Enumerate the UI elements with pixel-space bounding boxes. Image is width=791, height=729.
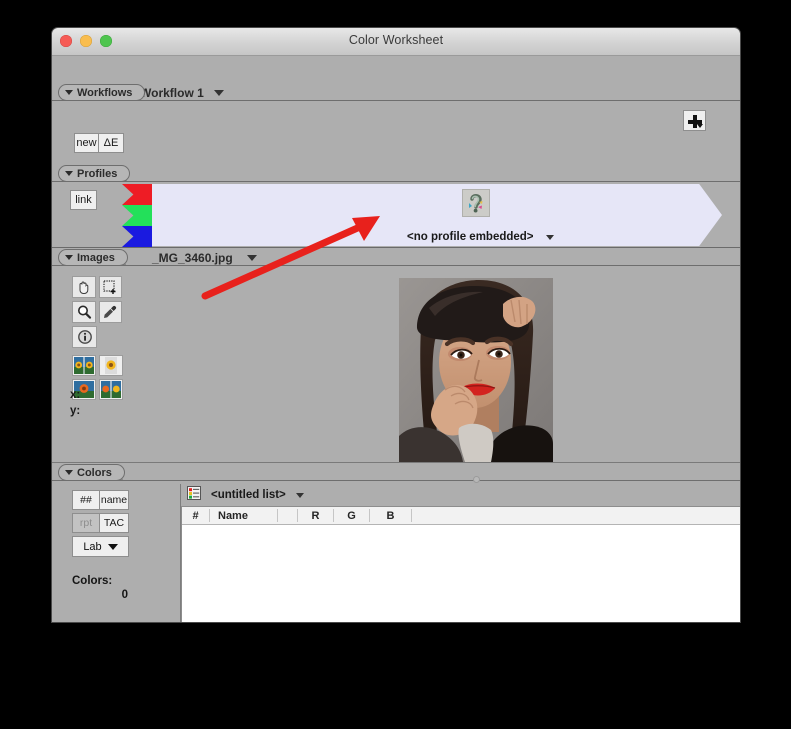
column-header-g[interactable]: G [334, 509, 370, 522]
image-preview[interactable] [399, 278, 553, 462]
chevron-down-icon [295, 492, 304, 498]
colors-button-group: ## name rpt TAC Lab [72, 490, 129, 557]
panel-resize-handle[interactable] [473, 476, 480, 483]
color-list-name: <untitled list> [211, 489, 286, 501]
images-tab-label: Images [77, 251, 115, 264]
profiles-panel: Profiles link [52, 165, 740, 248]
view-split[interactable] [99, 379, 123, 400]
tool-row-3 [72, 326, 122, 351]
report-button[interactable]: rpt [72, 513, 100, 533]
tool-row-2 [72, 301, 122, 326]
colors-button-row-1: ## name [72, 490, 129, 510]
chevron-down-icon [107, 543, 118, 550]
colors-count: Colors: 0 [72, 574, 128, 602]
view-single[interactable] [99, 355, 123, 376]
workflows-tab-label: Workflows [77, 86, 133, 99]
column-header-b[interactable]: B [370, 509, 412, 522]
tool-row-1 [72, 276, 122, 301]
green-channel-flag-icon [122, 205, 152, 226]
workflow-selector[interactable]: Workflow 1 [140, 84, 224, 101]
images-disclosure-tab[interactable]: Images [58, 249, 128, 266]
rgb-channel-flags [122, 184, 152, 247]
chevron-down-icon [213, 89, 224, 96]
zoom-tool[interactable] [72, 301, 96, 323]
number-column-button[interactable]: ## [72, 490, 100, 510]
colorspace-label: Lab [83, 540, 102, 553]
workflows-disclosure-tab[interactable]: Workflows [58, 84, 146, 101]
column-header-r[interactable]: R [298, 509, 334, 522]
colors-tab-label: Colors [77, 466, 112, 479]
profiles-disclosure-tab[interactable]: Profiles [58, 165, 131, 182]
delta-e-button[interactable]: ΔE [99, 133, 124, 153]
hand-tool[interactable] [72, 276, 96, 298]
colors-table-header: # Name R G B [182, 507, 740, 525]
coord-y-label: y: [70, 405, 81, 417]
window-title: Color Worksheet [348, 33, 444, 47]
chevron-down-icon [65, 90, 73, 95]
chevron-down-icon [246, 254, 257, 261]
tac-button[interactable]: TAC [100, 513, 129, 533]
color-list-icon [187, 485, 201, 505]
eyedropper-tool[interactable] [98, 301, 122, 323]
colors-count-value: 0 [121, 589, 128, 601]
colors-count-label: Colors: [72, 575, 113, 587]
red-channel-flag-icon [122, 184, 152, 205]
view-side-by-side[interactable] [72, 355, 96, 376]
workflows-panel: Workflows Workflow 1 new ΔE [52, 84, 740, 164]
plus-icon-bar [688, 119, 702, 124]
name-column-button[interactable]: name [100, 490, 129, 510]
column-header-blank-1[interactable] [278, 509, 298, 522]
colors-disclosure-tab[interactable]: Colors [58, 464, 125, 481]
images-colors-separator [52, 462, 740, 463]
chevron-down-icon [697, 124, 703, 128]
marquee-select-tool[interactable] [98, 276, 122, 298]
chevron-down-icon [65, 470, 73, 475]
workflow-action-buttons: new ΔE [74, 133, 124, 153]
profiles-separator [52, 247, 740, 248]
window-titlebar: Color Worksheet [52, 28, 740, 56]
image-file-name: _MG_3460.jpg [152, 250, 233, 265]
blue-channel-flag-icon [122, 226, 152, 247]
profiles-tab-label: Profiles [77, 167, 118, 180]
link-profile-button[interactable]: link [70, 190, 97, 210]
image-file-selector[interactable]: _MG_3460.jpg [152, 249, 257, 266]
coord-x-label: x: [70, 389, 81, 401]
add-workflow-button[interactable] [683, 110, 706, 131]
new-workflow-button[interactable]: new [74, 133, 99, 153]
column-header-blank-2[interactable] [412, 509, 740, 522]
info-tool[interactable] [72, 326, 97, 348]
column-header-number[interactable]: # [182, 509, 210, 522]
colors-tab-line [52, 480, 740, 481]
unknown-profile-icon[interactable] [462, 189, 490, 217]
column-header-name[interactable]: Name [210, 509, 278, 522]
color-list-selector[interactable]: <untitled list> [181, 484, 740, 506]
chevron-down-icon [65, 171, 73, 176]
images-panel: Images _MG_3460.jpg x: y: [52, 249, 740, 463]
chevron-down-icon [545, 234, 554, 240]
embedded-profile-selector[interactable]: <no profile embedded> [407, 231, 554, 243]
chevron-down-icon [65, 255, 73, 260]
profiles-panel-header: Profiles [52, 165, 740, 183]
profiles-tab-line [52, 181, 740, 182]
colors-sidebar: ## name rpt TAC Lab Colors: 0 [52, 484, 181, 622]
view-mode-row-1 [72, 355, 123, 376]
cursor-coordinates: x: y: [70, 387, 80, 419]
colors-button-row-2: rpt TAC [72, 513, 129, 533]
colors-panel-header: Colors [52, 464, 740, 482]
image-tool-palette [72, 276, 123, 403]
color-worksheet-window: Color Worksheet Workflows Workflow 1 new… [52, 28, 740, 622]
colors-table: # Name R G B [181, 506, 740, 622]
embedded-profile-label: <no profile embedded> [407, 231, 534, 243]
colorspace-selector[interactable]: Lab [72, 536, 129, 557]
